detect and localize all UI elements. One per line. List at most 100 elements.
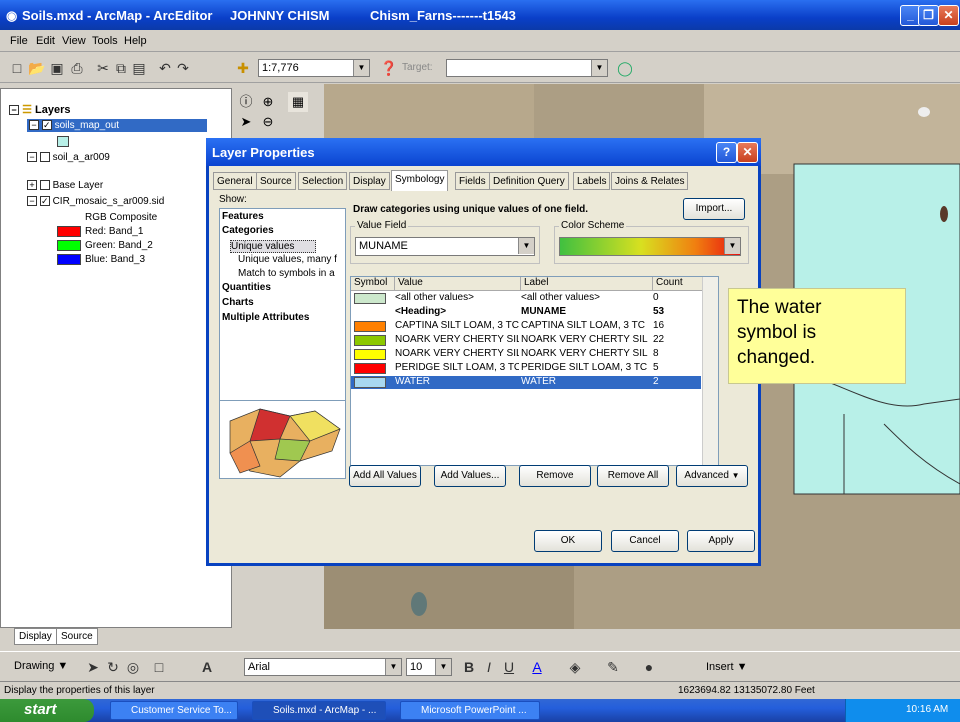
zoom-out-icon[interactable]: ⊖ bbox=[258, 112, 278, 132]
show-unique-values-many[interactable]: Unique values, many f bbox=[238, 254, 337, 265]
symbol-swatch[interactable] bbox=[354, 349, 386, 360]
menu-help[interactable]: Help bbox=[124, 35, 147, 47]
whats-this-icon[interactable]: ❓ bbox=[380, 59, 398, 77]
chevron-down-icon[interactable]: ▼ bbox=[591, 60, 607, 76]
dialog-close-button[interactable]: ✕ bbox=[737, 142, 758, 163]
font-color-icon[interactable]: A bbox=[528, 658, 546, 676]
show-quantities[interactable]: Quantities bbox=[222, 282, 271, 293]
tab-display[interactable]: Display bbox=[349, 172, 390, 190]
table-row[interactable]: CAPTINA SILT LOAM, 3 TC CAPTINA SILT LOAM… bbox=[351, 320, 701, 333]
tab-labels[interactable]: Labels bbox=[573, 172, 611, 190]
insert-menu[interactable]: Insert ▼ bbox=[706, 661, 747, 673]
text-icon[interactable]: A bbox=[198, 658, 216, 676]
chevron-down-icon[interactable]: ▼ bbox=[724, 238, 740, 254]
menu-edit[interactable]: Edit bbox=[36, 35, 55, 47]
symbol-swatch[interactable] bbox=[354, 335, 386, 346]
layer-checkbox[interactable]: ✓ bbox=[41, 120, 52, 131]
identify-icon[interactable]: ⓘ bbox=[236, 92, 256, 112]
task-arcmap[interactable]: Soils.mxd - ArcMap - ... bbox=[252, 701, 386, 720]
color-scheme-select[interactable]: ▼ bbox=[559, 237, 741, 256]
redo-icon[interactable]: ↷ bbox=[174, 59, 192, 77]
underline-icon[interactable]: U bbox=[500, 658, 518, 676]
marker-color-icon[interactable]: ● bbox=[640, 658, 658, 676]
ok-button[interactable]: OK bbox=[534, 530, 602, 552]
bold-icon[interactable]: B bbox=[460, 658, 478, 676]
tab-general[interactable]: General bbox=[213, 172, 257, 190]
column-header-value[interactable]: Value bbox=[395, 277, 521, 291]
select-arrow-icon[interactable]: ➤ bbox=[236, 112, 256, 132]
close-button[interactable]: ✕ bbox=[938, 5, 959, 26]
rotate-icon[interactable]: ↻ bbox=[104, 658, 122, 676]
menu-view[interactable]: View bbox=[62, 35, 86, 47]
new-icon[interactable]: □ bbox=[8, 59, 26, 77]
column-header-count[interactable]: Count bbox=[653, 277, 703, 291]
show-categories[interactable]: Categories bbox=[222, 225, 274, 236]
remove-all-button[interactable]: Remove All bbox=[597, 465, 669, 487]
scale-combo[interactable]: 1:7,776 ▼ bbox=[258, 59, 370, 77]
collapse-icon[interactable]: − bbox=[27, 196, 37, 207]
task-powerpoint[interactable]: Microsoft PowerPoint ... bbox=[400, 701, 540, 720]
show-charts[interactable]: Charts bbox=[222, 297, 254, 308]
symbol-swatch[interactable] bbox=[354, 363, 386, 374]
font-combo[interactable]: Arial ▼ bbox=[244, 658, 402, 676]
chevron-down-icon[interactable]: ▼ bbox=[518, 238, 534, 254]
cut-icon[interactable]: ✂ bbox=[94, 59, 112, 77]
table-row[interactable]: NOARK VERY CHERTY SIL NOARK VERY CHERTY S… bbox=[351, 334, 701, 347]
font-size-combo[interactable]: 10 ▼ bbox=[406, 658, 452, 676]
copy-icon[interactable]: ⧉ bbox=[112, 59, 130, 77]
fill-color-icon[interactable]: ◈ bbox=[566, 658, 584, 676]
restore-button[interactable]: ❐ bbox=[918, 5, 939, 26]
layer-base-layer[interactable]: + Base Layer bbox=[27, 180, 103, 191]
help-button[interactable]: ? bbox=[716, 142, 737, 163]
select-elements-icon[interactable]: ➤ bbox=[84, 658, 102, 676]
zoom-in-icon[interactable]: ⊕ bbox=[258, 92, 278, 112]
zoom-whole-page-icon[interactable]: ◎ bbox=[124, 658, 142, 676]
tab-source[interactable]: Source bbox=[56, 628, 98, 645]
column-header-label[interactable]: Label bbox=[521, 277, 653, 291]
symbol-swatch[interactable] bbox=[354, 321, 386, 332]
collapse-icon[interactable]: − bbox=[29, 120, 39, 131]
target-combo[interactable]: ▼ bbox=[446, 59, 608, 77]
layer-checkbox[interactable] bbox=[39, 180, 50, 191]
advanced-button[interactable]: Advanced ▼ bbox=[676, 465, 748, 487]
save-icon[interactable]: ▣ bbox=[48, 59, 66, 77]
undo-icon[interactable]: ↶ bbox=[156, 59, 174, 77]
print-icon[interactable]: ⎙ bbox=[68, 59, 86, 77]
editor-icon[interactable]: ◯ bbox=[616, 59, 634, 77]
table-row[interactable]: WATER WATER 2 bbox=[351, 376, 701, 389]
tab-joins-relates[interactable]: Joins & Relates bbox=[611, 172, 689, 190]
remove-button[interactable]: Remove bbox=[519, 465, 591, 487]
table-row[interactable]: PERIDGE SILT LOAM, 3 TC PERIDGE SILT LOAM… bbox=[351, 362, 701, 375]
expand-icon[interactable]: + bbox=[27, 180, 37, 191]
chevron-down-icon[interactable]: ▼ bbox=[353, 60, 369, 76]
add-data-icon[interactable]: ✚ bbox=[234, 59, 252, 77]
italic-icon[interactable]: I bbox=[480, 658, 498, 676]
show-features[interactable]: Features bbox=[222, 211, 264, 222]
show-match-symbols[interactable]: Match to symbols in a bbox=[238, 268, 335, 279]
layer-soils-map-out[interactable]: − ✓ soils_map_out bbox=[27, 119, 207, 132]
tab-display[interactable]: Display bbox=[14, 628, 57, 645]
add-values-button[interactable]: Add Values... bbox=[434, 465, 506, 487]
show-unique-values[interactable]: Unique values bbox=[230, 240, 316, 253]
symbol-swatch[interactable] bbox=[354, 377, 386, 388]
layer-checkbox[interactable]: ✓ bbox=[39, 196, 50, 207]
layer-cir-mosaic[interactable]: − ✓ CIR_mosaic_s_ar009.sid bbox=[27, 196, 164, 207]
table-row[interactable]: <Heading> MUNAME 53 bbox=[351, 306, 701, 319]
menu-tools[interactable]: Tools bbox=[92, 35, 118, 47]
layer-checkbox[interactable] bbox=[39, 152, 50, 163]
cancel-button[interactable]: Cancel bbox=[611, 530, 679, 552]
menu-file[interactable]: File bbox=[10, 35, 28, 47]
value-field-select[interactable]: MUNAME ▼ bbox=[355, 237, 535, 256]
layer-soil-a[interactable]: − soil_a_ar009 bbox=[27, 152, 110, 163]
chevron-down-icon[interactable]: ▼ bbox=[435, 659, 451, 675]
drawing-menu[interactable]: Drawing ▼ bbox=[14, 660, 68, 672]
paste-icon[interactable]: ▤ bbox=[130, 59, 148, 77]
tab-symbology[interactable]: Symbology bbox=[391, 170, 449, 191]
table-row[interactable]: NOARK VERY CHERTY SIL NOARK VERY CHERTY S… bbox=[351, 348, 701, 361]
pan-icon[interactable]: ▦ bbox=[288, 92, 308, 112]
tab-definition-query[interactable]: Definition Query bbox=[489, 172, 569, 190]
chevron-down-icon[interactable]: ▼ bbox=[385, 659, 401, 675]
line-color-icon[interactable]: ✎ bbox=[604, 658, 622, 676]
tab-fields[interactable]: Fields bbox=[455, 172, 490, 190]
column-header-symbol[interactable]: Symbol bbox=[351, 277, 395, 291]
